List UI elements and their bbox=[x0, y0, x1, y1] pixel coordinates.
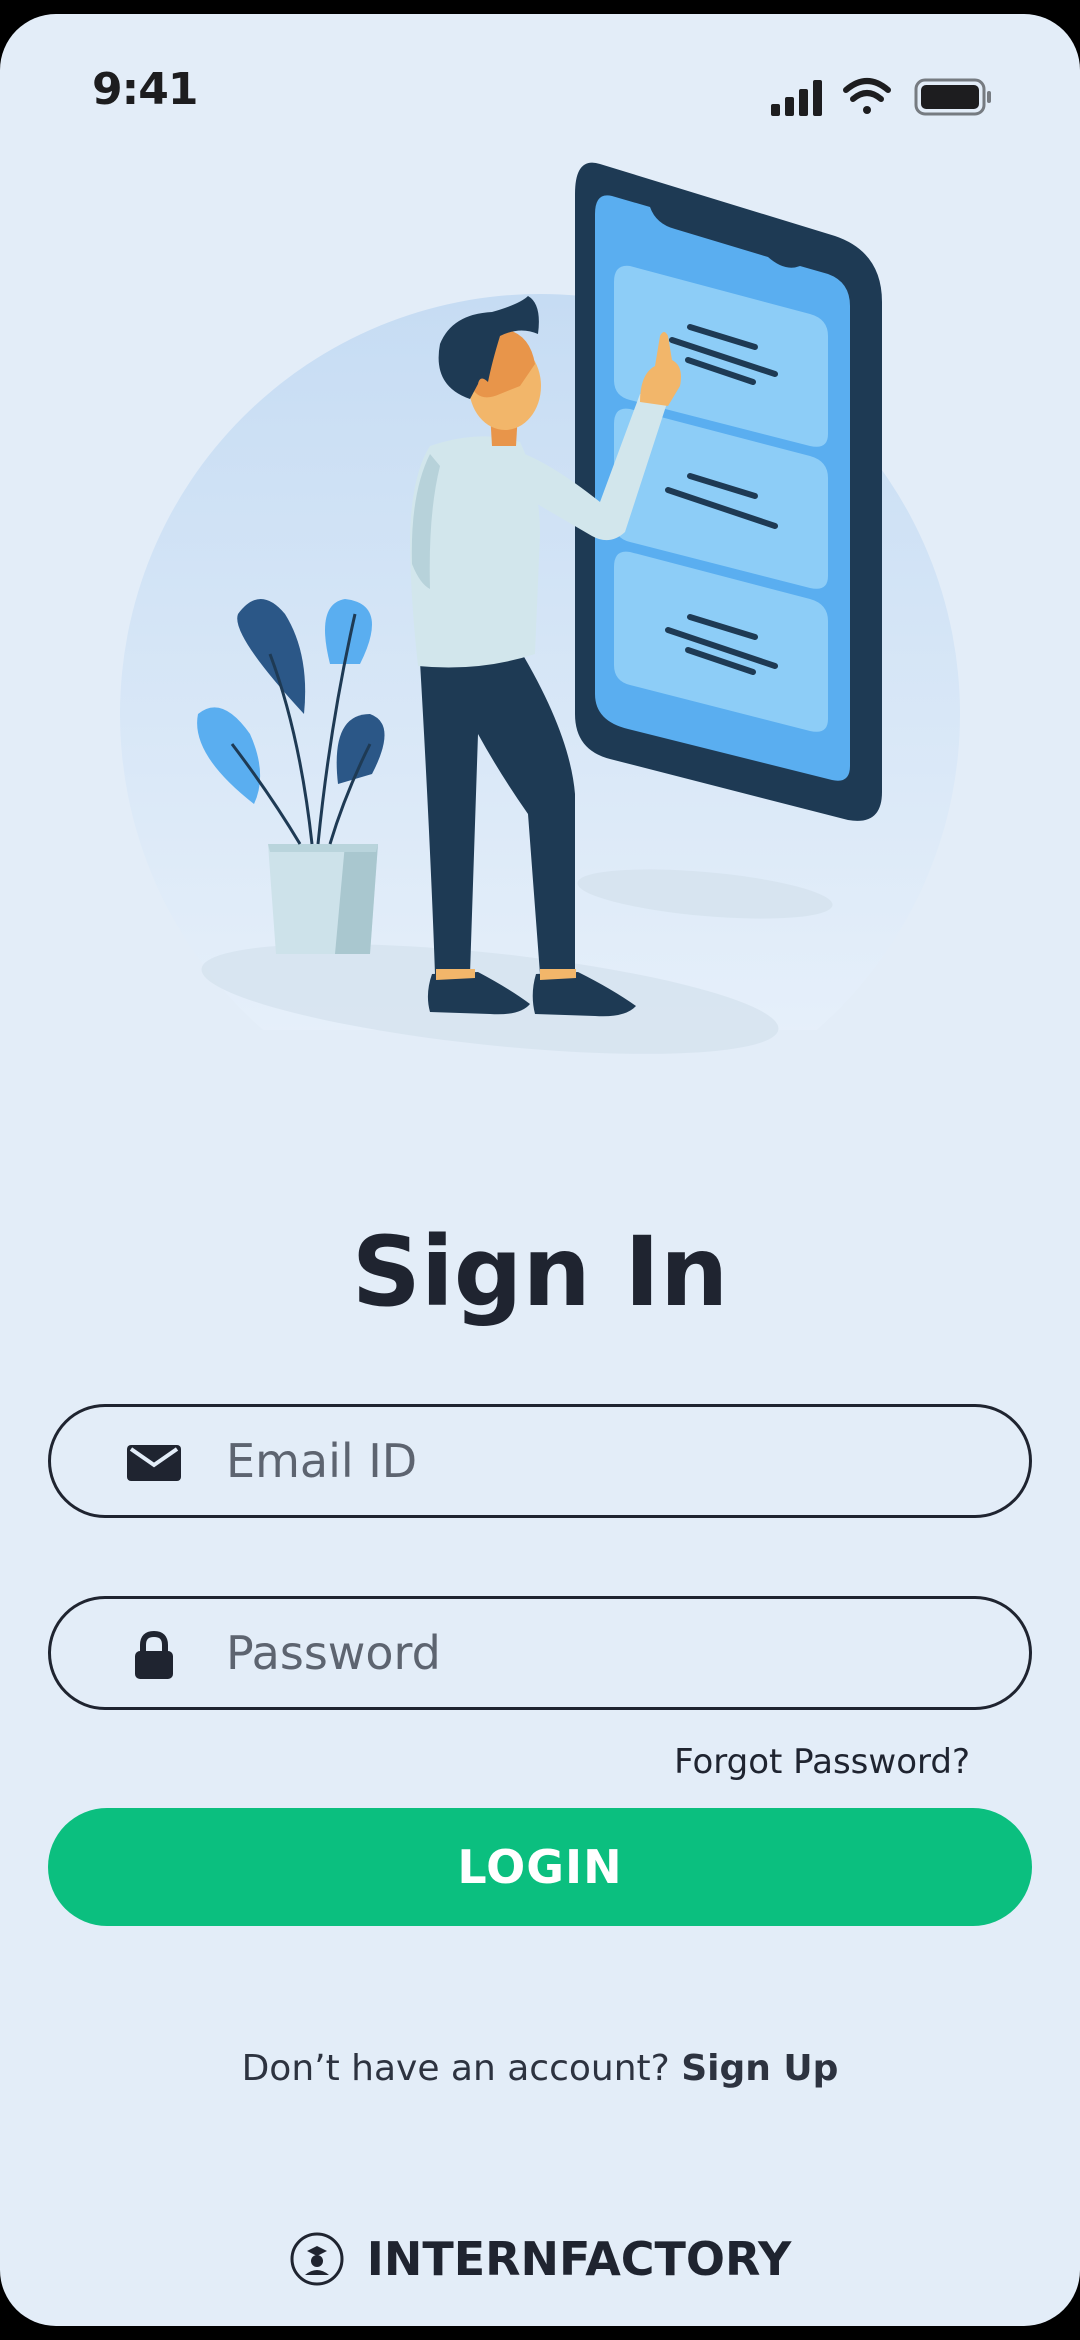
page-title: Sign In bbox=[351, 1216, 729, 1328]
forgot-password-link[interactable]: Forgot Password? bbox=[674, 1742, 970, 1782]
signup-prompt: Don’t have an account? bbox=[241, 2048, 670, 2089]
password-input[interactable] bbox=[226, 1609, 986, 1697]
sign-in-screen: 9:41 Sign In Email ID Forgot Password? L… bbox=[0, 14, 1080, 2326]
login-button[interactable]: LOGIN bbox=[48, 1808, 1032, 1926]
brand-footer: INTERNFACTORY bbox=[0, 2224, 1080, 2294]
signup-link[interactable]: Sign Up bbox=[681, 2048, 838, 2089]
email-input[interactable] bbox=[226, 1417, 986, 1505]
status-bar: 9:41 bbox=[0, 14, 1080, 134]
status-icons bbox=[771, 78, 991, 116]
password-field[interactable] bbox=[48, 1596, 1032, 1710]
signup-row: Don’t have an account? Sign Up bbox=[0, 2048, 1080, 2089]
wifi-icon bbox=[843, 78, 891, 114]
battery-icon bbox=[914, 78, 991, 116]
brand-name: INTERNFACTORY bbox=[366, 2232, 792, 2286]
email-field[interactable] bbox=[48, 1404, 1032, 1518]
lock-icon bbox=[135, 1631, 173, 1679]
internfactory-logo-icon bbox=[290, 2232, 344, 2286]
person-tapping-phone-illustration bbox=[120, 162, 960, 1054]
status-time: 9:41 bbox=[92, 64, 198, 115]
mail-icon bbox=[127, 1445, 181, 1481]
signal-icon bbox=[771, 80, 822, 116]
